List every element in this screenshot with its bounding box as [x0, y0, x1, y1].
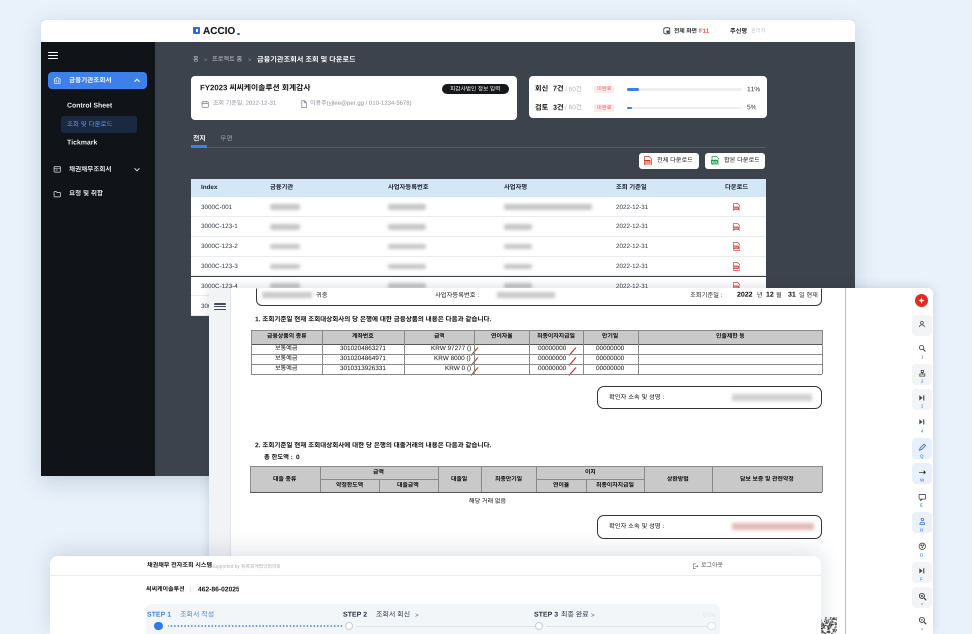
svg-text:PDF: PDF	[733, 207, 738, 210]
svg-text:PDF: PDF	[733, 227, 738, 230]
svg-text:PDF: PDF	[733, 266, 738, 269]
svg-text:PDF: PDF	[645, 160, 651, 164]
svg-text:PDF: PDF	[733, 247, 738, 250]
svg-text:XLS: XLS	[711, 160, 717, 164]
